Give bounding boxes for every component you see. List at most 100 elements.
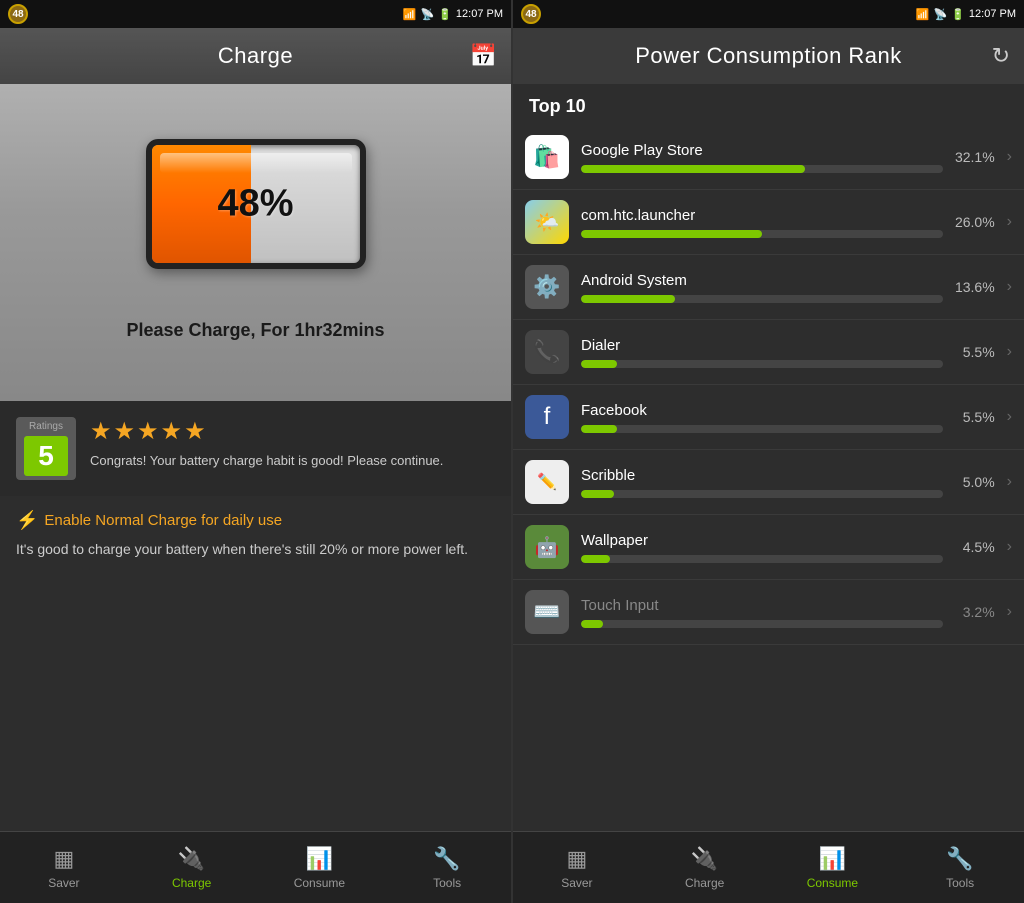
app-icon-scribble: ✏️ xyxy=(525,460,569,504)
app-bar-fill-launcher xyxy=(581,230,762,238)
battery-terminal xyxy=(362,184,366,224)
left-header-title: Charge xyxy=(218,43,293,69)
signal-icon: 📶 xyxy=(403,8,417,21)
charge-label: Charge xyxy=(172,876,211,890)
app-bar-track-playstore xyxy=(581,165,943,173)
right-content-area: Top 10 🛍️ Google Play Store 32.1% › 🌤️ c… xyxy=(513,84,1024,831)
app-bar-fill-touch xyxy=(581,620,603,628)
app-item-scribble[interactable]: ✏️ Scribble 5.0% › xyxy=(513,450,1024,515)
tip-title-text: Enable Normal Charge for daily use xyxy=(44,512,282,529)
ratings-text: Congrats! Your battery charge habit is g… xyxy=(90,452,495,470)
ratings-box: Ratings 5 xyxy=(16,417,76,480)
app-icon-facebook: f xyxy=(525,395,569,439)
app-item-dialer[interactable]: 📞 Dialer 5.5% › xyxy=(513,320,1024,385)
top10-label: Top 10 xyxy=(513,84,1024,125)
app-info-playstore: Google Play Store xyxy=(581,142,943,173)
wifi-icon-r: 📡 xyxy=(934,8,948,21)
battery-percent-label: 48% xyxy=(217,183,293,226)
left-header: Charge 📅 xyxy=(0,28,511,84)
app-percent-wallpaper: 4.5% xyxy=(955,539,995,555)
nav-tools-right[interactable]: 🔧 Tools xyxy=(896,832,1024,903)
app-bar-fill-wallpaper xyxy=(581,555,610,563)
chevron-playstore: › xyxy=(1007,148,1012,166)
app-bar-track-touch xyxy=(581,620,943,628)
refresh-icon[interactable]: ↻ xyxy=(992,43,1010,69)
app-item-wallpaper[interactable]: 🤖 Wallpaper 4.5% › xyxy=(513,515,1024,580)
app-icon-touch: ⌨️ xyxy=(525,590,569,634)
time-display-r: 12:07 PM xyxy=(969,8,1016,20)
tip-text: It's good to charge your battery when th… xyxy=(16,539,495,560)
app-info-dialer: Dialer xyxy=(581,337,943,368)
app-percent-dialer: 5.5% xyxy=(955,344,995,360)
app-bar-fill-dialer xyxy=(581,360,617,368)
tools-label: Tools xyxy=(433,876,461,890)
app-info-facebook: Facebook xyxy=(581,402,943,433)
app-percent-launcher: 26.0% xyxy=(955,214,995,230)
app-bar-track-wallpaper xyxy=(581,555,943,563)
saver-label-r: Saver xyxy=(561,876,592,890)
app-item-android-system[interactable]: ⚙️ Android System 13.6% › xyxy=(513,255,1024,320)
nav-consume-right[interactable]: 📊 Consume xyxy=(769,832,897,903)
saver-icon: ▦ xyxy=(53,846,74,872)
tools-icon-r: 🔧 xyxy=(946,846,973,872)
status-bar-right: 48 📶 📡 🔋 12:07 PM xyxy=(513,0,1024,28)
tools-icon: 🔧 xyxy=(433,846,460,872)
left-panel: 48 📶 📡 🔋 12:07 PM Charge 📅 48% Please Ch… xyxy=(0,0,513,903)
nav-charge-left[interactable]: 🔌 Charge xyxy=(128,832,256,903)
tools-label-r: Tools xyxy=(946,876,974,890)
app-percent-scribble: 5.0% xyxy=(955,474,995,490)
app-bar-track-facebook xyxy=(581,425,943,433)
chevron-dialer: › xyxy=(1007,343,1012,361)
status-left-right: 48 xyxy=(521,4,541,24)
battery-graphic: 48% xyxy=(126,114,386,294)
app-name-scribble: Scribble xyxy=(581,467,943,484)
app-bar-track-launcher xyxy=(581,230,943,238)
app-bar-fill-android-system xyxy=(581,295,675,303)
nav-consume-left[interactable]: 📊 Consume xyxy=(256,832,384,903)
app-bar-fill-playstore xyxy=(581,165,805,173)
app-item-touch[interactable]: ⌨️ Touch Input 3.2% › xyxy=(513,580,1024,645)
nav-saver-right[interactable]: ▦ Saver xyxy=(513,832,641,903)
app-name-facebook: Facebook xyxy=(581,402,943,419)
ratings-info: ★★★★★ Congrats! Your battery charge habi… xyxy=(90,417,495,470)
tip-title[interactable]: ⚡ Enable Normal Charge for daily use xyxy=(16,510,495,531)
app-name-wallpaper: Wallpaper xyxy=(581,532,943,549)
app-icon-android-system: ⚙️ xyxy=(525,265,569,309)
right-bottom-nav: ▦ Saver 🔌 Charge 📊 Consume 🔧 Tools xyxy=(513,831,1024,903)
wifi-icon: 📡 xyxy=(421,8,435,21)
app-name-touch: Touch Input xyxy=(581,597,943,614)
consume-icon: 📊 xyxy=(306,846,333,872)
chevron-touch: › xyxy=(1007,603,1012,621)
saver-icon-r: ▦ xyxy=(566,846,587,872)
consume-label: Consume xyxy=(294,876,345,890)
app-percent-playstore: 32.1% xyxy=(955,149,995,165)
battery-icon-r: 🔋 xyxy=(951,8,965,21)
consume-label-r: Consume xyxy=(807,876,858,890)
right-header-title: Power Consumption Rank xyxy=(635,43,902,69)
chevron-scribble: › xyxy=(1007,473,1012,491)
right-header: Power Consumption Rank ↻ xyxy=(513,28,1024,84)
ratings-label: Ratings xyxy=(29,421,63,432)
status-left: 48 xyxy=(8,4,28,24)
app-percent-android-system: 13.6% xyxy=(955,279,995,295)
charge-message: Please Charge, For 1hr32mins xyxy=(126,320,384,341)
saver-label: Saver xyxy=(48,876,79,890)
app-icon-launcher: 🌤️ xyxy=(525,200,569,244)
app-name-android-system: Android System xyxy=(581,272,943,289)
chevron-facebook: › xyxy=(1007,408,1012,426)
app-info-scribble: Scribble xyxy=(581,467,943,498)
signal-icon-r: 📶 xyxy=(916,8,930,21)
app-item-launcher[interactable]: 🌤️ com.htc.launcher 26.0% › xyxy=(513,190,1024,255)
app-item-facebook[interactable]: f Facebook 5.5% › xyxy=(513,385,1024,450)
status-right: 📶 📡 🔋 12:07 PM xyxy=(403,8,503,21)
nav-charge-right[interactable]: 🔌 Charge xyxy=(641,832,769,903)
nav-tools-left[interactable]: 🔧 Tools xyxy=(383,832,511,903)
app-bar-fill-facebook xyxy=(581,425,617,433)
charge-icon-r: 🔌 xyxy=(691,846,718,872)
notification-badge: 48 xyxy=(8,4,28,24)
app-item-playstore[interactable]: 🛍️ Google Play Store 32.1% › xyxy=(513,125,1024,190)
calendar-icon[interactable]: 📅 xyxy=(470,43,497,69)
nav-saver-left[interactable]: ▦ Saver xyxy=(0,832,128,903)
app-icon-dialer: 📞 xyxy=(525,330,569,374)
bolt-icon: ⚡ xyxy=(16,510,38,531)
